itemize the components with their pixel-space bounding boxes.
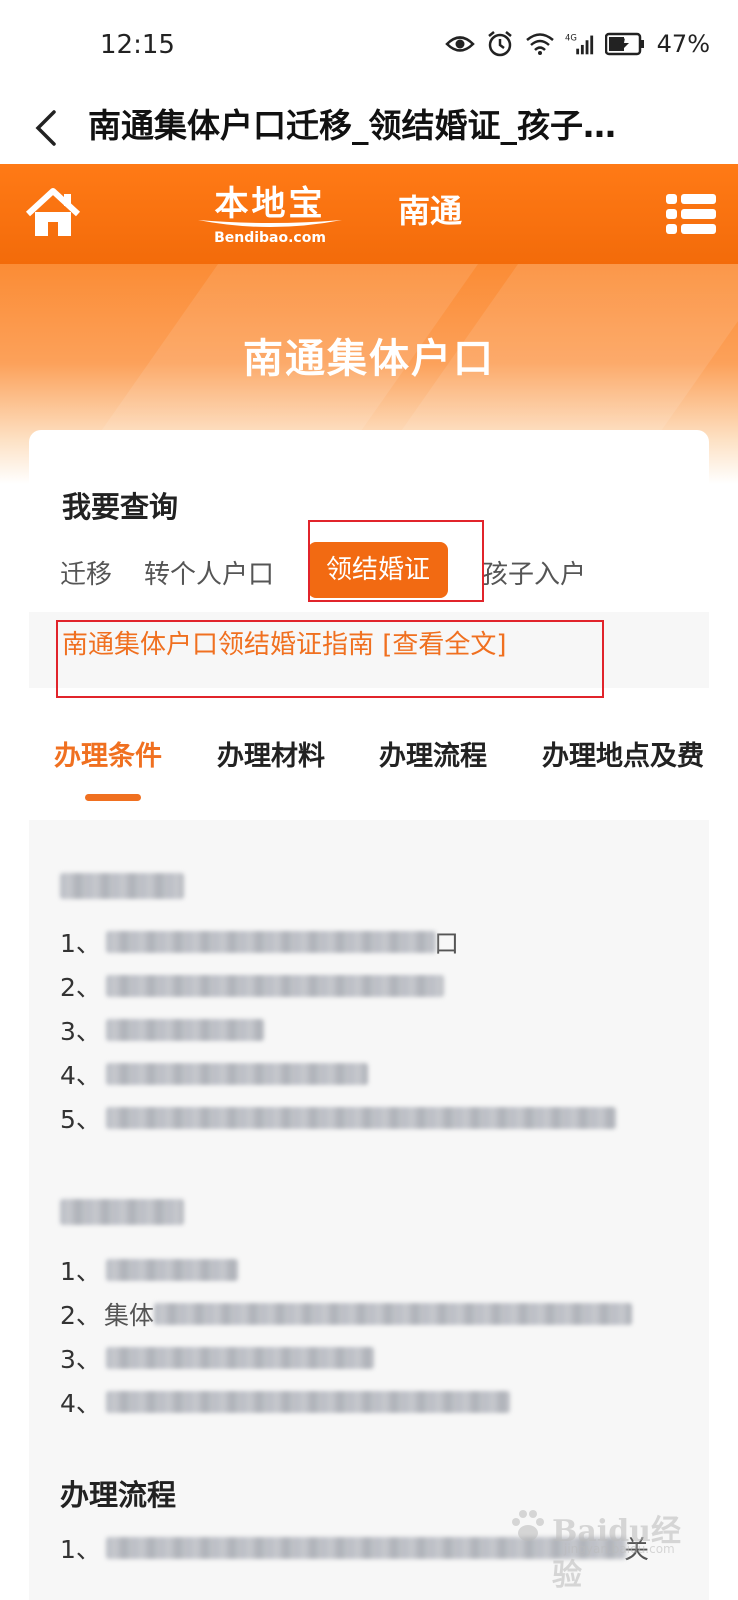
site-header: 本地宝 Bendibao.com 南通: [0, 164, 738, 264]
logo-swoosh-icon: [198, 220, 342, 227]
page-title: 南通集体户口迁移_领结婚证_孩子…: [88, 106, 616, 145]
section-tab-process[interactable]: 办理流程: [379, 734, 487, 773]
active-tab-indicator: [85, 794, 141, 801]
list-item: 2、: [60, 968, 444, 1004]
redacted-text: [106, 1019, 264, 1041]
query-tab-personal-hukou[interactable]: 转个人户口: [144, 554, 274, 591]
guide-link[interactable]: 南通集体户口领结婚证指南 [查看全文]: [62, 624, 507, 661]
svg-text:4G: 4G: [565, 32, 577, 42]
redacted-text: [106, 1063, 368, 1085]
redacted-text: [106, 1107, 616, 1129]
back-button[interactable]: [28, 104, 68, 152]
home-icon[interactable]: [24, 186, 82, 240]
redacted-text: [106, 1391, 510, 1413]
section-tab-location-fees[interactable]: 办理地点及费: [542, 734, 704, 773]
query-tabs: 迁移 转个人户口 领结婚证 孩子入户: [29, 542, 709, 602]
list-item: 5、: [60, 1100, 616, 1136]
content-body: 1、口 2、 3、 4、 5、 1、 2、 集体 3、 4、 办理流程 1、关: [29, 820, 709, 1600]
redacted-text: [106, 931, 436, 953]
section-tab-materials[interactable]: 办理材料: [217, 734, 325, 773]
eye-icon: [444, 30, 475, 58]
redacted-text: [106, 975, 444, 997]
section-title-conditions: [60, 872, 184, 906]
alarm-icon: [485, 30, 515, 58]
query-tab-migrate[interactable]: 迁移: [60, 554, 112, 591]
section-title-process: 办理流程: [60, 1478, 177, 1512]
menu-icon[interactable]: [666, 192, 716, 236]
list-item: 1、: [60, 1252, 238, 1288]
list-item: 3、: [60, 1012, 264, 1048]
section-tab-conditions[interactable]: 办理条件: [54, 734, 162, 773]
redacted-text: [106, 1347, 374, 1369]
query-label: 我要查询: [62, 490, 179, 524]
battery-percent: 47%: [656, 30, 710, 58]
query-tab-child-registration[interactable]: 孩子入户: [482, 554, 586, 591]
battery-icon: [604, 30, 645, 58]
chevron-left-icon: [35, 110, 56, 146]
list-item: 1、口: [60, 929, 460, 958]
guide-strip: 南通集体户口领结婚证指南 [查看全文]: [29, 612, 709, 688]
baidu-watermark: Baidu经验 jingyan.baidu.com: [508, 1500, 708, 1593]
redacted-text: [60, 873, 184, 899]
city-name[interactable]: 南通: [398, 186, 462, 232]
content-card: 我要查询 迁移 转个人户口 领结婚证 孩子入户 南通集体户口领结婚证指南 [查看…: [29, 430, 709, 1600]
paw-icon: [512, 1510, 544, 1541]
redacted-text: [154, 1303, 633, 1325]
banner-title: 南通集体户口: [243, 336, 495, 382]
list-item: 4、: [60, 1056, 368, 1092]
query-tab-marriage-cert[interactable]: 领结婚证: [308, 542, 449, 598]
redacted-text: [60, 1199, 184, 1225]
status-bar: 12:15 4G 47%: [0, 0, 738, 92]
watermark-sub: jingyan.baidu.com: [564, 1542, 675, 1556]
section-title-materials: [60, 1198, 184, 1232]
signal-4g-icon: 4G: [565, 30, 595, 58]
logo-domain: Bendibao.com: [214, 230, 326, 246]
site-logo[interactable]: 本地宝 Bendibao.com: [190, 176, 350, 254]
list-item: 3、: [60, 1340, 374, 1376]
list-item: 4、: [60, 1384, 510, 1420]
redacted-text: [106, 1259, 238, 1281]
title-bar: 南通集体户口迁移_领结婚证_孩子…: [0, 92, 738, 164]
status-time: 12:15: [100, 30, 175, 60]
list-item: 2、 集体: [60, 1296, 633, 1332]
wifi-icon: [525, 30, 555, 58]
status-icons: 4G 47%: [444, 28, 710, 60]
